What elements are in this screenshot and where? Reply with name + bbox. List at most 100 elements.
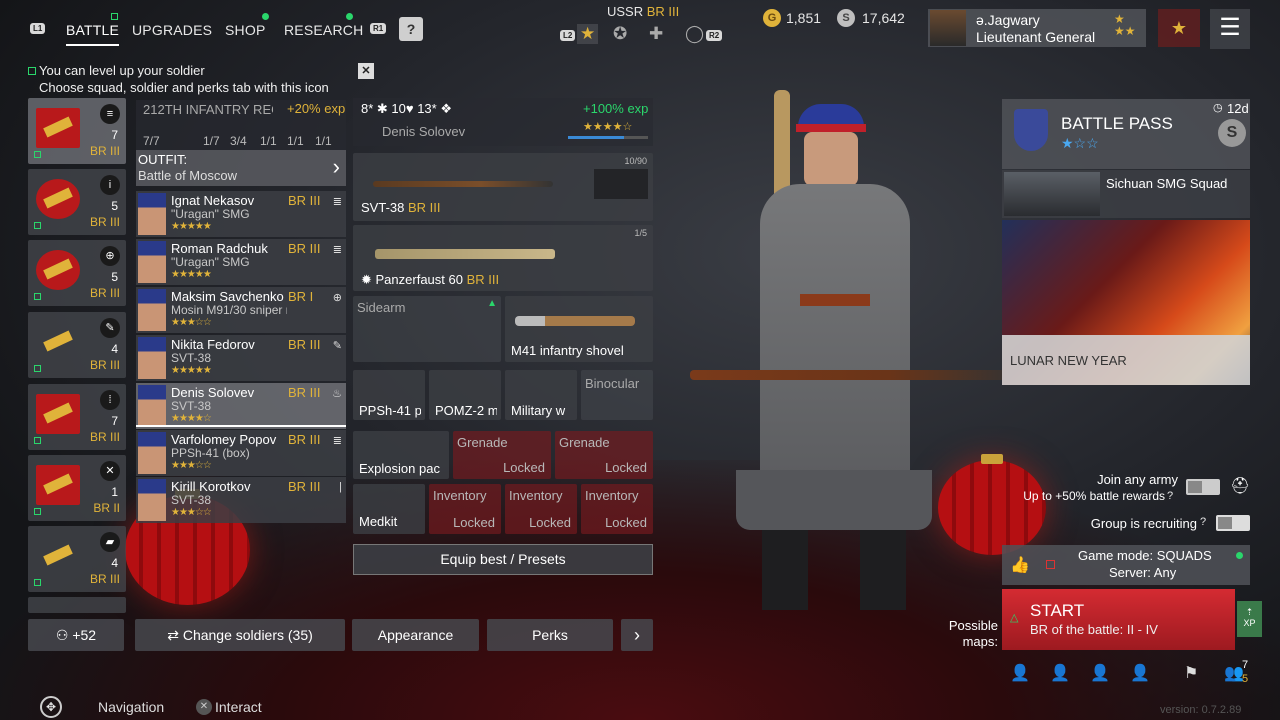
tab-shop[interactable]: SHOP — [225, 22, 265, 38]
soldier-row[interactable]: Denis Solovev SVT-38 ★★★★☆ BR III ♨ — [136, 383, 346, 429]
gold-icon: G — [763, 9, 781, 27]
squad-card-8[interactable] — [28, 597, 126, 613]
inventory-slot[interactable]: Inventory Locked — [581, 484, 653, 534]
medkit-slot[interactable]: Medkit — [353, 484, 425, 534]
squad-card-6[interactable]: ✕ 1 BR II — [28, 455, 126, 521]
menu-icon[interactable]: ☰ — [1210, 9, 1250, 49]
explosive-slot[interactable]: Explosion pac — [353, 431, 449, 479]
melee-slot[interactable]: M41 infantry shovel — [505, 296, 653, 362]
slot-stat: 1/1 — [260, 134, 277, 148]
wrench-icon: ✎ — [100, 318, 120, 338]
join-army-toggle[interactable] — [1186, 479, 1220, 495]
change-soldiers-label: Change soldiers (35) — [182, 627, 313, 643]
soldier-weapon: SVT-38 — [171, 399, 212, 413]
soldier-name: Kirill Korotkov — [171, 479, 251, 494]
tab-upgrades[interactable]: UPGRADES — [132, 22, 212, 38]
xp-boost-icon[interactable]: ⇡ XP — [1237, 601, 1262, 637]
close-hint-button[interactable]: ✕ — [358, 63, 374, 79]
slot-stat: 1/1 — [315, 134, 332, 148]
notification-dot — [262, 13, 269, 20]
slot-locked: Locked — [503, 460, 545, 475]
soldier-stars: ★★★★☆ — [583, 121, 633, 133]
medic-filter-icon[interactable]: ✚ — [649, 24, 663, 44]
squad-card-5[interactable]: ⁞ 7 BR III — [28, 384, 126, 450]
soldier-row[interactable]: Nikita Fedorov SVT-38 ★★★★★ BR III ✎ — [136, 335, 346, 381]
inventory-slot[interactable]: Inventory Locked — [505, 484, 577, 534]
info-icon: i — [100, 175, 120, 195]
soldier-row[interactable]: Ignat Nekasov "Uragan" SMG ★★★★★ BR III ≣ — [136, 191, 346, 237]
rank-badge-icon[interactable]: ★ — [1158, 9, 1200, 47]
help-button[interactable]: ? — [399, 17, 423, 41]
list-icon: ≣ — [332, 244, 342, 256]
ammo-icon: | — [339, 481, 342, 493]
item-slot[interactable]: Binocular — [581, 370, 653, 420]
squad-card-1[interactable]: ≡ 7 BR III — [28, 98, 126, 164]
slot-title: Grenade — [457, 435, 508, 450]
soldier-row[interactable]: Maksim Savchenko Mosin M91/30 sniper rifl… — [136, 287, 346, 333]
circle-filter-icon[interactable]: ◯ — [685, 24, 704, 44]
soldier-character — [690, 90, 1030, 620]
tab-research[interactable]: RESEARCH — [284, 22, 363, 38]
weapon-br: BR III — [466, 272, 500, 287]
squad-members-icon[interactable]: 👥 — [1224, 663, 1244, 683]
change-soldiers-button[interactable]: ⇄ Change soldiers (35) — [135, 619, 345, 651]
inventory-slot[interactable]: Inventory Locked — [429, 484, 501, 534]
medal-filter-icon[interactable]: ✪ — [613, 24, 627, 44]
perks-button[interactable]: Perks — [487, 619, 613, 651]
status-indicator — [34, 437, 41, 444]
squad-card-3[interactable]: ⊕ 5 BR III — [28, 240, 126, 306]
equip-best-button[interactable]: Equip best / Presets — [353, 544, 653, 575]
start-button[interactable]: △ START BR of the battle: II - IV — [1002, 589, 1235, 650]
event-banner[interactable]: LUNAR NEW YEAR — [1002, 220, 1250, 385]
squad-count: 4 — [111, 342, 118, 356]
item-slot[interactable]: PPSh-41 p — [353, 370, 425, 420]
grenade-slot[interactable]: Grenade Locked — [453, 431, 551, 479]
soldier-portrait — [138, 241, 166, 283]
tab-battle[interactable]: BATTLE — [66, 22, 120, 46]
add-player-icon[interactable]: 👤 — [1130, 663, 1150, 683]
soldier-name: Maksim Savchenko — [171, 289, 284, 304]
squad-br: BR III — [89, 144, 120, 158]
player-profile[interactable]: ə.Jagwary Lieutenant General ★ ★★ — [928, 9, 1146, 47]
squad-card-2[interactable]: i 5 BR III — [28, 169, 126, 235]
dpad-icon: ✥ — [40, 696, 62, 718]
reward-card[interactable]: Sichuan SMG Squad — [1002, 170, 1250, 218]
star-filter-icon[interactable]: ★ — [577, 24, 599, 44]
outfit-selector[interactable]: OUTFIT: Battle of Moscow › — [136, 150, 346, 186]
squad-card-4[interactable]: ✎ 4 BR III — [28, 312, 126, 378]
flame-icon: ♨ — [332, 388, 342, 400]
squad-card-7[interactable]: ▰ 4 BR III — [28, 526, 126, 592]
add-player-icon[interactable]: 👤 — [1050, 663, 1070, 683]
soldier-row[interactable]: Kirill Korotkov SVT-38 ★★★☆☆ BR III | — [136, 477, 346, 523]
sidearm-slot[interactable]: Sidearm ▲ — [353, 296, 501, 362]
game-mode-selector[interactable]: 👍 Game mode: SQUADS Server: Any — [1002, 545, 1250, 585]
soldier-row[interactable]: Roman Radchuk "Uragan" SMG ★★★★★ BR III ≣ — [136, 239, 346, 285]
selected-soldier-header: 8* ✱ 10♥ 13* ❖ +100% exp Denis Solovev ★… — [353, 98, 653, 146]
appearance-button[interactable]: Appearance — [352, 619, 479, 651]
soldier-name: Denis Solovev — [382, 124, 466, 139]
battle-pass-card[interactable]: BATTLE PASS ★☆☆ ◷ 12d S — [1002, 99, 1250, 169]
soldier-portrait — [138, 385, 166, 427]
l2-key-icon: L2 — [560, 30, 576, 41]
squad-flag-icon — [36, 250, 80, 290]
outfit-label: OUTFIT: — [138, 152, 188, 167]
flag-icon[interactable]: ⚑ — [1184, 663, 1198, 683]
item-label: PPSh-41 p — [359, 403, 421, 418]
next-button[interactable]: › — [621, 619, 653, 651]
item-slot[interactable]: POMZ-2 m — [429, 370, 501, 420]
primary-weapon-slot[interactable]: 10/90 SVT-38 BR III — [353, 153, 653, 221]
thumbs-up-icon: 👍 — [1010, 557, 1030, 574]
add-player-icon[interactable]: 👤 — [1010, 663, 1030, 683]
add-player-icon[interactable]: 👤 — [1090, 663, 1110, 683]
attachment-slot[interactable] — [594, 169, 648, 199]
secondary-weapon-slot[interactable]: 1/5 ✹ Panzerfaust 60 BR III — [353, 225, 653, 291]
recruit-button[interactable]: ⚇ +52 — [28, 619, 124, 651]
grenade-slot[interactable]: Grenade Locked — [555, 431, 653, 479]
soldier-row[interactable]: Varfolomey Popov PPSh-41 (box) ★★★☆☆ BR III… — [136, 430, 346, 476]
squad-count: 5 — [111, 270, 118, 284]
item-slot[interactable]: Military w — [505, 370, 577, 420]
soldier-stars: ★★★★☆ — [171, 413, 212, 424]
r1-key-icon: R1 — [370, 23, 387, 34]
group-recruiting-toggle[interactable] — [1216, 515, 1250, 531]
r2-key-icon: R2 — [706, 30, 723, 41]
